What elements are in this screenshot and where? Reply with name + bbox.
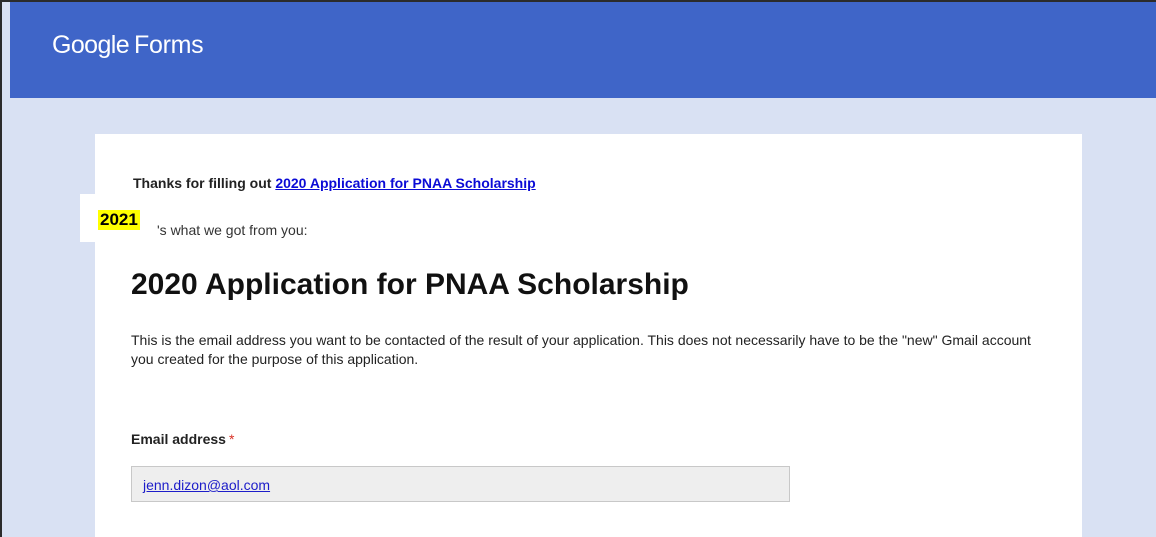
thanks-message: Thanks for filling out 2020 Application …	[133, 175, 536, 191]
logo-brand: Google	[52, 31, 130, 59]
form-link[interactable]: 2020 Application for PNAA Scholarship	[275, 175, 535, 191]
google-forms-logo[interactable]: Google Forms	[52, 31, 204, 60]
year-overlay: 2021	[80, 194, 152, 242]
received-summary-text: 's what we got from you:	[157, 222, 308, 238]
logo-product: Forms	[134, 31, 204, 59]
thanks-prefix: Thanks for filling out	[133, 175, 276, 191]
email-answer-box: jenn.dizon@aol.com	[131, 466, 790, 502]
form-title: 2020 Application for PNAA Scholarship	[131, 268, 689, 301]
year-badge: 2021	[98, 210, 140, 230]
email-field-label: Email address *	[131, 431, 234, 447]
app-header: Google Forms	[10, 2, 1156, 98]
required-marker: *	[228, 431, 235, 447]
page-frame: Google Forms Thanks for filling out 2020 …	[0, 0, 1156, 537]
email-value-link[interactable]: jenn.dizon@aol.com	[143, 477, 270, 493]
form-description: This is the email address you want to be…	[131, 332, 1031, 367]
email-label-text: Email address	[131, 431, 226, 447]
response-card: Thanks for filling out 2020 Application …	[95, 134, 1082, 537]
